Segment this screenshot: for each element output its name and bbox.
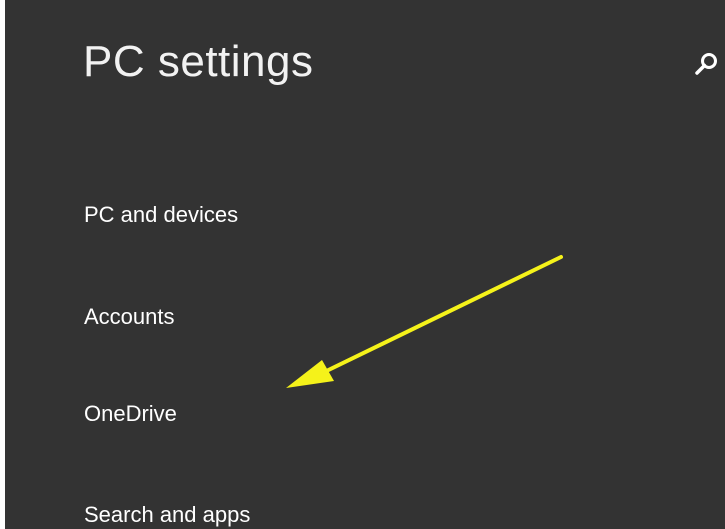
search-button[interactable]: [690, 48, 724, 82]
search-icon: [695, 53, 717, 75]
arrow-shape: [286, 255, 563, 388]
left-edge-strip: [0, 0, 5, 529]
nav-item-pc-and-devices[interactable]: PC and devices: [84, 202, 238, 228]
nav-item-search-and-apps[interactable]: Search and apps: [84, 502, 250, 528]
screenshot-frame: PC settings PC and devices Accounts OneD…: [0, 0, 725, 529]
pc-settings-panel: PC settings PC and devices Accounts OneD…: [0, 0, 725, 529]
nav-item-accounts[interactable]: Accounts: [84, 304, 175, 330]
nav-item-onedrive[interactable]: OneDrive: [84, 401, 177, 427]
page-title: PC settings: [83, 37, 314, 86]
